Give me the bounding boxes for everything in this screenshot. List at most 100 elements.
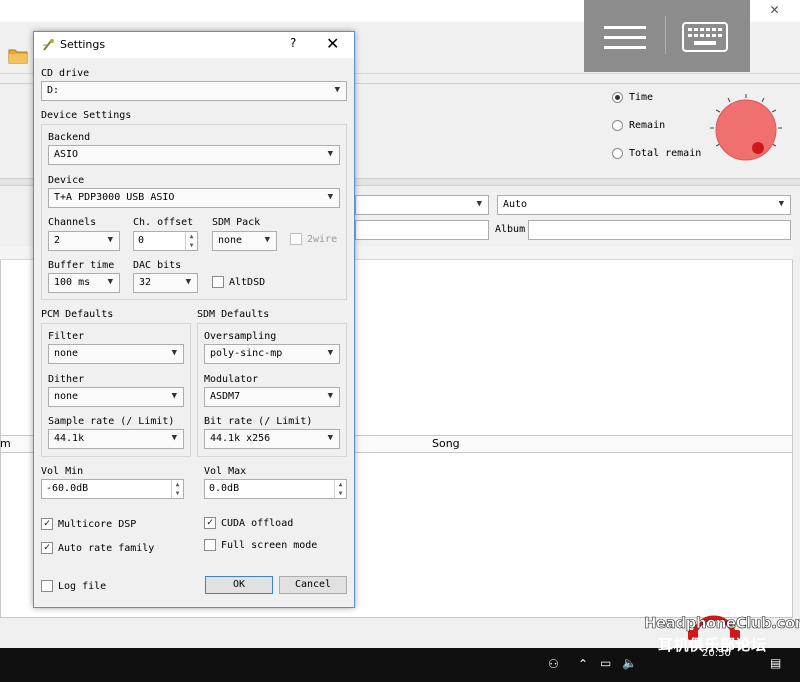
sdm-pack-combo[interactable]: none ▼ (212, 231, 277, 251)
combo-value: none (218, 235, 243, 246)
checkbox-label: Log file (58, 580, 107, 592)
watermark-bottom: 耳机俱乐部论坛 (658, 636, 767, 654)
folder-icon[interactable] (8, 45, 28, 65)
radio-dot (612, 148, 623, 159)
altdsd-checkbox[interactable]: AltDSD (212, 276, 265, 288)
device-settings-label: Device Settings (41, 110, 132, 121)
bg-combo-auto[interactable]: Auto ▼ (497, 195, 791, 215)
spin-value: -60.0dB (46, 483, 89, 494)
twowire-checkbox[interactable]: 2wire (290, 233, 337, 245)
combo-value: none (54, 391, 79, 402)
dac-bits-combo[interactable]: 32 ▼ (133, 273, 198, 293)
spin-value: 0.0dB (209, 483, 240, 494)
radio-remain[interactable]: Remain (612, 120, 665, 131)
dialog-title: Settings (60, 38, 106, 51)
vol-max-label: Vol Max (204, 466, 247, 477)
keyboard-icon[interactable] (682, 22, 728, 52)
combo-value: T+A PDP3000 USB ASIO (54, 192, 175, 203)
checkbox-label: Multicore DSP (58, 518, 137, 530)
chevron-down-icon: ▼ (171, 433, 177, 443)
help-button[interactable]: ? (290, 36, 296, 50)
combo-value: poly-sinc-mp (210, 348, 283, 359)
cancel-button[interactable]: Cancel (279, 576, 347, 594)
speaker-icon[interactable]: 🔈 (622, 656, 637, 670)
channels-combo[interactable]: 2 ▼ (48, 231, 120, 251)
checkmark-icon: ✓ (41, 518, 53, 530)
tray-expand-icon[interactable]: ⌃ (578, 657, 588, 671)
network-icon[interactable]: ▭ (600, 656, 611, 670)
vol-min-spinbox[interactable]: -60.0dB ▲ ▼ (41, 479, 184, 499)
bg-text-field[interactable] (355, 220, 489, 240)
radio-label: Total remain (629, 148, 702, 159)
chevron-down-icon: ▼ (107, 277, 113, 287)
chevron-down-icon: ▼ (171, 391, 177, 401)
channels-label: Channels (48, 217, 97, 228)
ch-offset-spinbox[interactable]: 0 ▲ ▼ (133, 231, 198, 251)
backend-label: Backend (48, 132, 91, 143)
full-screen-mode-checkbox[interactable]: Full screen mode (204, 539, 317, 551)
settings-dialog: Settings ? ✕ CD drive D: ▼ Device Settin… (33, 31, 355, 608)
bit-rate-label: Bit rate (/ Limit) (204, 416, 313, 427)
log-file-checkbox[interactable]: Log file (41, 580, 106, 592)
dac-bits-label: DAC bits (133, 260, 182, 271)
sample-rate-combo[interactable]: 44.1k ▼ (48, 429, 184, 449)
volume-knob[interactable] (706, 92, 786, 164)
checkbox-box (204, 539, 216, 551)
device-label: Device (48, 175, 85, 186)
cd-drive-combo[interactable]: D: ▼ (41, 81, 347, 101)
radio-label: Time (629, 92, 654, 103)
auto-rate-family-checkbox[interactable]: ✓ Auto rate family (41, 542, 154, 554)
bg-combo-left[interactable]: ▼ (355, 195, 489, 215)
album-field[interactable] (528, 220, 791, 240)
chevron-down-icon: ▼ (476, 199, 482, 209)
modulator-combo[interactable]: ASDM7 ▼ (204, 387, 340, 407)
column-header-song[interactable]: Song (432, 437, 460, 450)
checkbox-label: 2wire (307, 233, 338, 245)
combo-value: D: (47, 85, 60, 96)
close-button[interactable]: ✕ (326, 34, 339, 53)
cuda-offload-checkbox[interactable]: ✓ CUDA offload (204, 517, 293, 529)
spin-arrows-icon[interactable]: ▲ ▼ (185, 232, 197, 250)
spin-arrows-icon[interactable]: ▲ ▼ (334, 480, 346, 498)
bg-combo-value: Auto (503, 199, 528, 210)
spin-value: 0 (138, 235, 145, 246)
radio-total-remain[interactable]: Total remain (612, 148, 701, 159)
spin-arrows-icon[interactable]: ▲ ▼ (171, 480, 183, 498)
sample-rate-label: Sample rate (/ Limit) (48, 416, 175, 427)
device-combo[interactable]: T+A PDP3000 USB ASIO ▼ (48, 188, 340, 208)
column-header-partial[interactable]: m (0, 437, 11, 450)
backend-combo[interactable]: ASIO ▼ (48, 145, 340, 165)
checkbox-label: Auto rate family (58, 542, 155, 554)
chevron-down-icon: ▼ (778, 199, 784, 209)
checkmark-icon: ✓ (204, 517, 216, 529)
filter-combo[interactable]: none ▼ (48, 344, 184, 364)
multicore-dsp-checkbox[interactable]: ✓ Multicore DSP (41, 518, 136, 530)
filter-label: Filter (48, 331, 85, 342)
watermark: HeadphoneClub.com 耳机俱乐部论坛 (640, 612, 800, 680)
radio-dot (612, 120, 623, 131)
combo-value: 100 ms (54, 277, 91, 288)
checkbox-label: AltDSD (229, 276, 266, 288)
radio-label: Remain (629, 120, 666, 131)
vol-min-label: Vol Min (41, 466, 84, 477)
combo-value: ASDM7 (210, 391, 241, 402)
settings-app-icon (43, 39, 54, 51)
combo-value: none (54, 348, 79, 359)
radio-time[interactable]: Time (612, 92, 653, 103)
combo-value: 32 (139, 277, 152, 288)
chevron-down-icon: ▼ (327, 348, 333, 358)
buffer-time-label: Buffer time (48, 260, 115, 271)
close-window-icon[interactable]: ✕ (770, 0, 779, 18)
hamburger-icon[interactable] (604, 24, 646, 50)
combo-value: ASIO (54, 149, 79, 160)
people-icon[interactable]: ⚇ (548, 657, 559, 671)
oversampling-combo[interactable]: poly-sinc-mp ▼ (204, 344, 340, 364)
chevron-down-icon: ▼ (327, 149, 333, 159)
buffer-time-combo[interactable]: 100 ms ▼ (48, 273, 120, 293)
dither-label: Dither (48, 374, 85, 385)
combo-value: 44.1k (54, 433, 85, 444)
vol-max-spinbox[interactable]: 0.0dB ▲ ▼ (204, 479, 347, 499)
bit-rate-combo[interactable]: 44.1k x256 ▼ (204, 429, 340, 449)
ok-button[interactable]: OK (205, 576, 273, 594)
dither-combo[interactable]: none ▼ (48, 387, 184, 407)
